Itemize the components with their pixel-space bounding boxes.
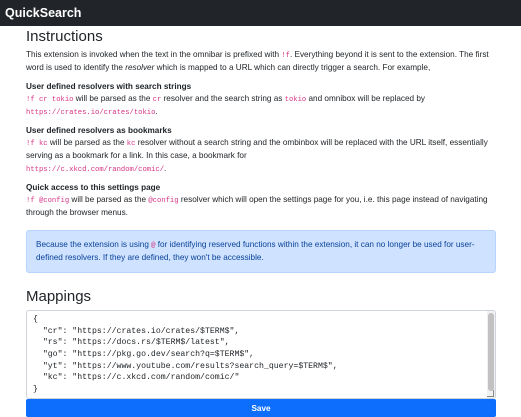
settings-heading: Quick access to this settings page (26, 183, 161, 193)
search-strings-paragraph: !f cr tokio will be parsed as the cr res… (26, 93, 426, 117)
settings-paragraph: !f @config will be parsed as the @config… (26, 195, 488, 218)
mappings-json-text[interactable]: { "cr": "https://crates.io/crates/$TERM$… (27, 311, 495, 398)
intro-paragraph: This extension is invoked when the text … (26, 50, 489, 73)
instructions-title: Instructions (26, 28, 103, 45)
main-content: Instructions This extension is invoked w… (0, 29, 521, 417)
bookmarks-heading: User defined resolvers as bookmarks (26, 126, 172, 136)
editor-scrollbar-thumb[interactable] (488, 313, 494, 392)
save-button[interactable]: Save (26, 399, 496, 417)
editor-scrollbar[interactable] (487, 311, 495, 399)
mappings-title: Mappings (26, 288, 92, 306)
navbar: QuickSearch (0, 0, 521, 26)
mappings-editor[interactable]: { "cr": "https://crates.io/crates/$TERM$… (26, 310, 496, 400)
search-strings-heading: User defined resolvers with search strin… (26, 81, 192, 91)
reserved-char-alert: Because the extension is using @ for ide… (26, 229, 496, 274)
app-brand[interactable]: QuickSearch (5, 6, 81, 20)
prefix-code: !f (281, 52, 290, 60)
bookmarks-paragraph: !f kc will be parsed as the kc resolver … (26, 138, 488, 174)
resize-handle-icon[interactable] (487, 390, 494, 398)
